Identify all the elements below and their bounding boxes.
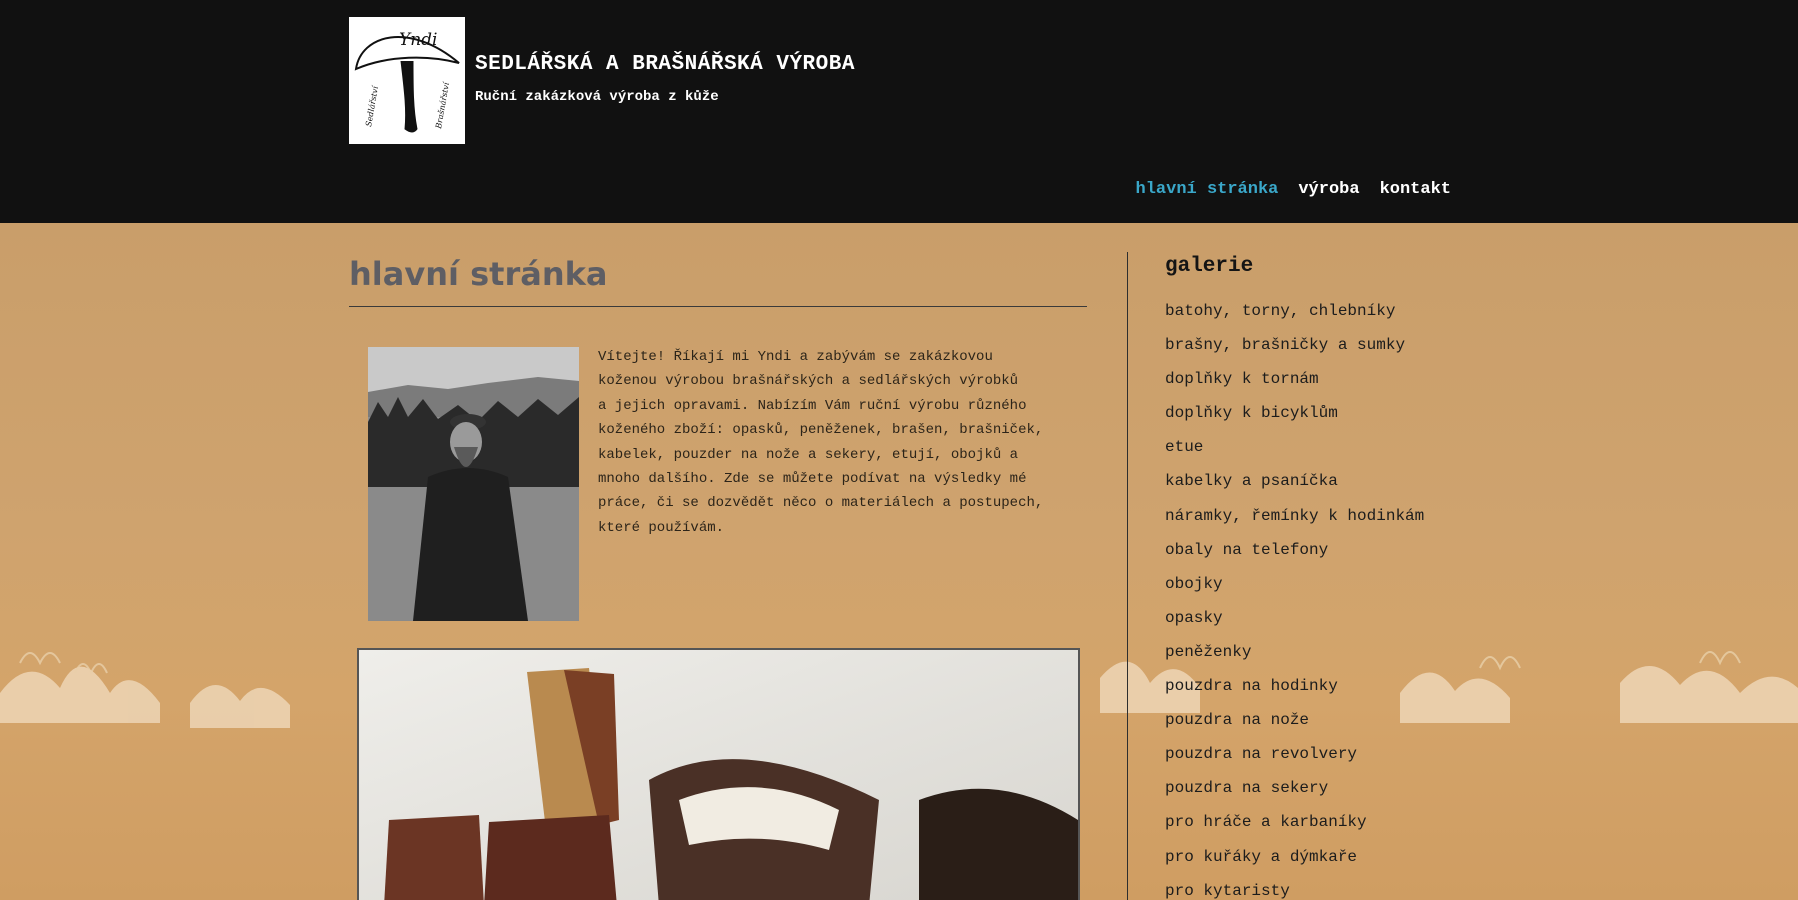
nav-item-production[interactable]: výroba xyxy=(1298,180,1359,199)
gallery-item[interactable]: pro hráče a karbaníky xyxy=(1165,813,1424,847)
site-logo[interactable]: Yndi Sedlářství Brašnářství xyxy=(349,17,465,144)
column-divider xyxy=(1127,252,1128,900)
site-header: Yndi Sedlářství Brašnářství SEDLÁŘSKÁ A … xyxy=(0,0,1798,223)
svg-text:Sedlářství: Sedlářství xyxy=(364,84,380,127)
gallery-item[interactable]: peněženky xyxy=(1165,643,1424,677)
gallery-item[interactable]: pouzdra na sekery xyxy=(1165,779,1424,813)
heading-divider xyxy=(349,306,1087,307)
gallery-item[interactable]: brašny, brašničky a sumky xyxy=(1165,336,1424,370)
gallery-item[interactable]: obaly na telefony xyxy=(1165,541,1424,575)
gallery-item[interactable]: doplňky k bicyklům xyxy=(1165,404,1424,438)
page-title: hlavní stránka xyxy=(349,255,608,293)
site-title: SEDLÁŘSKÁ A BRAŠNÁŘSKÁ VÝROBA xyxy=(475,53,855,76)
gallery-item[interactable]: pouzdra na revolvery xyxy=(1165,745,1424,779)
gallery-item[interactable]: doplňky k tornám xyxy=(1165,370,1424,404)
gallery-list: batohy, torny, chlebníky brašny, brašnič… xyxy=(1165,302,1424,900)
svg-text:Yndi: Yndi xyxy=(399,30,438,50)
gallery-item[interactable]: pouzdra na hodinky xyxy=(1165,677,1424,711)
gallery-item[interactable]: opasky xyxy=(1165,609,1424,643)
gallery-item[interactable]: pro kuřáky a dýmkaře xyxy=(1165,848,1424,882)
nav-item-home[interactable]: hlavní stránka xyxy=(1136,180,1279,199)
gallery-title: galerie xyxy=(1165,255,1254,278)
gallery-item[interactable]: pro kytaristy xyxy=(1165,882,1424,900)
mushroom-logo-icon: Yndi Sedlářství Brašnářství xyxy=(354,30,460,133)
main-nav: hlavní stránka výroba kontakt xyxy=(1136,180,1451,199)
saddle-photo[interactable] xyxy=(357,648,1080,900)
gallery-item[interactable]: pouzdra na nože xyxy=(1165,711,1424,745)
nav-item-contact[interactable]: kontakt xyxy=(1380,180,1451,199)
gallery-item[interactable]: etue xyxy=(1165,438,1424,472)
site-subtitle: Ruční zakázková výroba z kůže xyxy=(475,89,719,105)
gallery-item[interactable]: batohy, torny, chlebníky xyxy=(1165,302,1424,336)
intro-text: Vítejte! Říkají mi Yndi a zabývám se zak… xyxy=(598,349,1044,536)
gallery-item[interactable]: kabelky a psaníčka xyxy=(1165,472,1424,506)
svg-text:Brašnářství: Brašnářství xyxy=(434,80,451,130)
gallery-item[interactable]: náramky, řemínky k hodinkám xyxy=(1165,507,1424,541)
gallery-item[interactable]: obojky xyxy=(1165,575,1424,609)
author-portrait xyxy=(368,347,579,621)
